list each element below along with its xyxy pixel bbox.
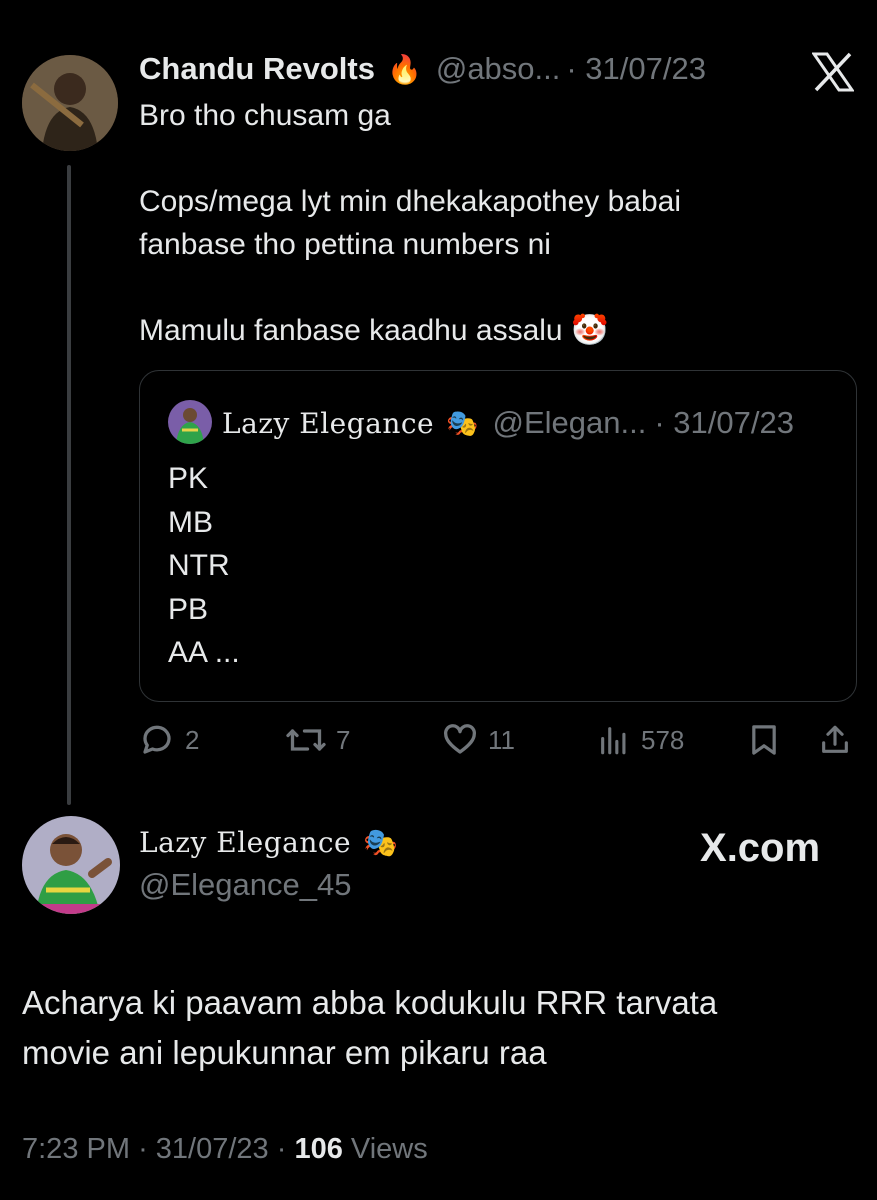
retweet-count: 7 xyxy=(336,724,351,755)
quoted-tweet-card[interactable]: Lazy Elegance 🎭 @Elegan... · 31/07/23 PK… xyxy=(139,370,857,702)
share-icon xyxy=(822,725,848,753)
share-button[interactable] xyxy=(818,722,852,758)
quote-date: · 31/07/23 xyxy=(654,405,794,440)
reply-author-handle[interactable]: @Elegance_45 xyxy=(139,867,351,903)
reply-views-label: Views xyxy=(350,1133,428,1165)
reply-count: 2 xyxy=(185,724,200,755)
reply-button[interactable]: 2 xyxy=(139,722,199,758)
like-count: 11 xyxy=(488,724,515,755)
theater-masks-emoji-icon: 🎭 xyxy=(363,827,398,858)
reply-date[interactable]: 31/07/23 xyxy=(156,1133,269,1165)
like-button[interactable]: 11 xyxy=(442,722,515,758)
fire-emoji-icon: 🔥 xyxy=(386,53,422,85)
reply-author-name[interactable]: Lazy Elegance xyxy=(139,826,351,859)
retweet-button[interactable]: 7 xyxy=(286,722,350,758)
author-handle[interactable]: @abso... xyxy=(436,51,561,87)
x-logo-text: X xyxy=(700,826,727,870)
reply-meta: 7:23 PM · 31/07/23 · 106 Views xyxy=(22,1133,428,1165)
analytics-bars-icon xyxy=(601,727,626,755)
avatar-image xyxy=(22,55,118,151)
quote-author-handle: @Elegan... xyxy=(492,405,647,440)
views-count: 578 xyxy=(641,724,685,755)
bookmark-icon xyxy=(752,725,776,755)
quote-author-name: Lazy Elegance xyxy=(222,406,435,440)
xcom-brand-text: .com xyxy=(726,826,821,870)
tweet-date[interactable]: · 31/07/23 xyxy=(566,51,706,87)
views-button[interactable]: 578 xyxy=(597,722,684,758)
reply-header: Lazy Elegance 🎭 xyxy=(139,826,398,859)
reply-avatar-image xyxy=(22,816,120,914)
xcom-watermark: X .com xyxy=(700,826,820,871)
quote-text: PK MB NTR PB AA ... xyxy=(168,462,240,669)
tweet-header: Chandu Revolts 🔥 @abso... · 31/07/23 xyxy=(139,51,706,87)
thread-connector-line xyxy=(67,165,71,805)
bookmark-button[interactable] xyxy=(748,722,780,758)
reply-text: Acharya ki paavam abba kodukulu RRR tarv… xyxy=(22,984,718,1071)
reply-icon xyxy=(143,725,171,754)
reply-views-count: 106 xyxy=(294,1133,343,1165)
reply-author-avatar[interactable] xyxy=(22,816,120,914)
heart-icon xyxy=(444,724,476,754)
retweet-icon xyxy=(286,729,326,751)
reply-time[interactable]: 7:23 PM xyxy=(22,1133,130,1165)
theater-masks-emoji-icon: 🎭 xyxy=(446,407,479,438)
tweet-text: Bro tho chusam ga Cops/mega lyt min dhek… xyxy=(139,99,681,347)
x-logo-icon[interactable] xyxy=(811,52,855,97)
quote-author-avatar xyxy=(168,400,212,444)
author-avatar[interactable] xyxy=(22,55,118,151)
author-name[interactable]: Chandu Revolts xyxy=(139,51,375,87)
quote-header: Lazy Elegance 🎭 @Elegan... · 31/07/23 xyxy=(222,405,794,441)
